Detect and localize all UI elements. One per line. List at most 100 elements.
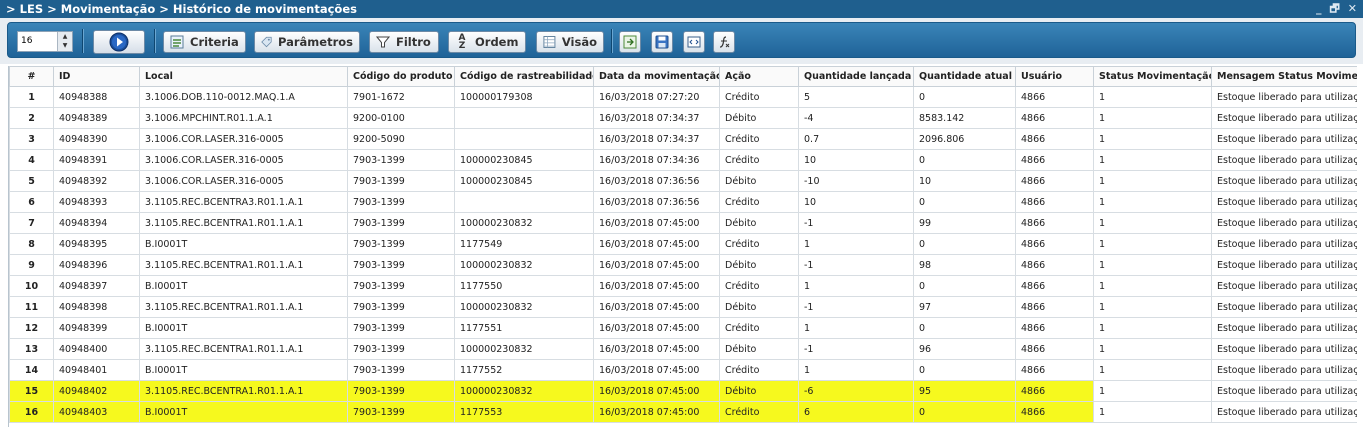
table-cell: Estoque liberado para utilização xyxy=(1211,107,1357,129)
table-cell: 1 xyxy=(798,317,914,339)
tag-icon xyxy=(261,36,272,48)
table-header-row: # ID Local Código do produto Código de r… xyxy=(9,66,1357,87)
table-cell: 1 xyxy=(1093,191,1212,213)
table-row[interactable]: 11 40948398 3.1105.REC.BCENTRA1.R01.1.A.1 7… xyxy=(9,296,1357,318)
visao-button[interactable]: Visão xyxy=(536,31,604,53)
table-cell: 96 xyxy=(913,338,1016,360)
column-header[interactable]: Usuário xyxy=(1015,66,1094,87)
table-cell: -4 xyxy=(798,107,914,129)
filtro-label: Filtro xyxy=(396,35,431,49)
stepper-down-icon[interactable]: ▼ xyxy=(58,41,72,50)
table-cell: 2 xyxy=(9,107,54,129)
save-button[interactable] xyxy=(651,31,673,53)
table-cell: 16/03/2018 07:45:00 xyxy=(593,254,720,276)
table-cell: Estoque liberado para utilização xyxy=(1211,86,1357,108)
table-row[interactable]: 16 40948403 B.I0001T 7903-1399 1177553 16/03/… xyxy=(9,401,1357,423)
column-header[interactable]: Local xyxy=(139,66,348,87)
column-header[interactable]: Data da movimentação xyxy=(593,66,720,87)
column-header[interactable]: Mensagem Status Movimento xyxy=(1211,66,1357,87)
close-icon[interactable]: ✕ xyxy=(1348,0,1357,18)
table-cell: 3.1105.REC.BCENTRA3.R01.1.A.1 xyxy=(139,191,348,213)
formula-icon xyxy=(719,36,730,48)
table-cell: 1 xyxy=(1093,338,1212,360)
table-cell: Estoque liberado para utilização xyxy=(1211,128,1357,150)
column-header[interactable]: Código de rastreabilidade xyxy=(454,66,594,87)
table-cell: 16/03/2018 07:45:00 xyxy=(593,359,720,381)
stepper-up-icon[interactable]: ▲ xyxy=(58,32,72,41)
table-cell: 4866 xyxy=(1015,86,1094,108)
table-cell: 1177552 xyxy=(454,359,594,381)
save-icon xyxy=(655,35,669,49)
ordem-button[interactable]: AZ Ordem xyxy=(448,31,526,53)
table-row[interactable]: 3 40948390 3.1006.COR.LASER.316-0005 9200-5… xyxy=(9,128,1357,150)
table-row[interactable]: 9 40948396 3.1105.REC.BCENTRA1.R01.1.A.1 79… xyxy=(9,254,1357,276)
column-header[interactable]: Status Movimentação xyxy=(1093,66,1212,87)
table-row[interactable]: 10 40948397 B.I0001T 7903-1399 1177550 16/03/… xyxy=(9,275,1357,297)
table-cell: B.I0001T xyxy=(139,317,348,339)
table-cell: 16/03/2018 07:27:20 xyxy=(593,86,720,108)
table-cell: 40948401 xyxy=(53,359,140,381)
table-cell: 7903-1399 xyxy=(347,317,455,339)
table-cell: 0 xyxy=(913,233,1016,255)
column-header[interactable]: ID xyxy=(53,66,140,87)
export-button[interactable] xyxy=(619,31,641,53)
table-cell: -1 xyxy=(798,212,914,234)
table-row[interactable]: 7 40948394 3.1105.REC.BCENTRA1.R01.1.A.1 79… xyxy=(9,212,1357,234)
table-cell: 1 xyxy=(1093,149,1212,171)
table-row[interactable]: 6 40948393 3.1105.REC.BCENTRA3.R01.1.A.1 79… xyxy=(9,191,1357,213)
column-header[interactable]: # xyxy=(9,66,54,87)
table-cell: 16 xyxy=(9,401,54,423)
minimize-icon[interactable]: _ xyxy=(1316,0,1322,18)
code-button[interactable] xyxy=(683,31,705,53)
table-cell: B.I0001T xyxy=(139,233,348,255)
table-cell: 0 xyxy=(913,149,1016,171)
column-header[interactable]: Quantidade atual xyxy=(913,66,1016,87)
table-cell: 5 xyxy=(9,170,54,192)
table-cell: Estoque liberado para utilização xyxy=(1211,275,1357,297)
stepper-arrows[interactable]: ▲ ▼ xyxy=(57,32,72,51)
criteria-label: Criteria xyxy=(190,35,239,49)
table-cell: 40948395 xyxy=(53,233,140,255)
table-cell: 15 xyxy=(9,380,54,402)
table-cell: 7903-1399 xyxy=(347,296,455,318)
table-cell: Estoque liberado para utilização xyxy=(1211,296,1357,318)
parametros-button[interactable]: Parâmetros xyxy=(254,31,360,53)
table-cell: 5 xyxy=(798,86,914,108)
column-header[interactable]: Ação xyxy=(719,66,799,87)
table-row[interactable]: 5 40948392 3.1006.COR.LASER.316-0005 7903-1… xyxy=(9,170,1357,192)
table-row[interactable]: 12 40948399 B.I0001T 7903-1399 1177551 16/03/… xyxy=(9,317,1357,339)
table-cell: 1 xyxy=(798,233,914,255)
column-header[interactable]: Quantidade lançada xyxy=(798,66,914,87)
formula-button[interactable] xyxy=(713,31,735,53)
table-cell: 4866 xyxy=(1015,317,1094,339)
table-cell: 0 xyxy=(913,401,1016,423)
table-cell: Crédito xyxy=(719,128,799,150)
table-cell: 7903-1399 xyxy=(347,149,455,171)
column-header[interactable]: Código do produto xyxy=(347,66,455,87)
table-cell: 16/03/2018 07:45:00 xyxy=(593,275,720,297)
table-cell: 1 xyxy=(1093,107,1212,129)
table-cell: 3.1006.COR.LASER.316-0005 xyxy=(139,170,348,192)
toolbar-separator xyxy=(154,29,156,53)
table-cell: 11 xyxy=(9,296,54,318)
table-row[interactable]: 2 40948389 3.1006.MPCHINT.R01.1.A.1 9200-01… xyxy=(9,107,1357,129)
table-row[interactable]: 13 40948400 3.1105.REC.BCENTRA1.R01.1.A.1 7… xyxy=(9,338,1357,360)
table-row[interactable]: 8 40948395 B.I0001T 7903-1399 1177549 16/03/2… xyxy=(9,233,1357,255)
table-row[interactable]: 1 40948388 3.1006.DOB.110-0012.MAQ.1.A 7901… xyxy=(9,86,1357,108)
table-cell: 16/03/2018 07:34:37 xyxy=(593,128,720,150)
page-size-stepper[interactable]: 16 ▲ ▼ xyxy=(17,31,73,52)
table-cell: 100000230832 xyxy=(454,296,594,318)
table-cell: 4866 xyxy=(1015,380,1094,402)
table-cell: 6 xyxy=(798,401,914,423)
run-button[interactable] xyxy=(93,30,145,54)
table-row[interactable]: 14 40948401 B.I0001T 7903-1399 1177552 16/03/… xyxy=(9,359,1357,381)
table-cell: 1 xyxy=(798,275,914,297)
criteria-button[interactable]: Criteria xyxy=(163,31,246,53)
table-cell: 40948403 xyxy=(53,401,140,423)
table-row[interactable]: 15 40948402 3.1105.REC.BCENTRA1.R01.1.A.1 7… xyxy=(9,380,1357,402)
restore-icon[interactable]: 🗗 xyxy=(1329,0,1339,18)
table-cell: 0.7 xyxy=(798,128,914,150)
table-row[interactable]: 4 40948391 3.1006.COR.LASER.316-0005 7903-1… xyxy=(9,149,1357,171)
table-cell: 10 xyxy=(9,275,54,297)
filtro-button[interactable]: Filtro xyxy=(369,31,439,53)
